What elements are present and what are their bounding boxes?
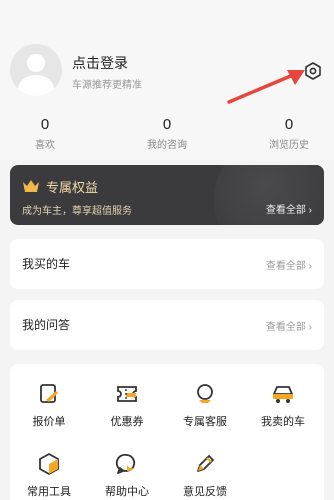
tool-sold-car[interactable]: 我卖的车 <box>248 381 318 429</box>
settings-gear-icon[interactable] <box>303 61 323 81</box>
feedback-pen-icon <box>197 455 214 472</box>
tool-quote-sheet-label: 报价单 <box>32 416 66 428</box>
tool-coupon[interactable]: 优惠券 <box>92 381 162 429</box>
tool-feedback-label: 意见反馈 <box>183 486 227 498</box>
bought-cars-title: 我买的车 <box>22 257 71 271</box>
annotation-arrow-icon <box>227 70 305 104</box>
tool-coupon-label: 优惠券 <box>110 416 144 428</box>
stat-history[interactable]: 0 浏览历史 <box>254 116 324 151</box>
my-qa-row[interactable]: 我的问答 查看全部 › <box>10 300 324 350</box>
bought-cars-view-all-link[interactable]: 查看全部 › <box>266 257 312 272</box>
help-chat-icon <box>115 453 136 474</box>
tool-feedback[interactable]: 意见反馈 <box>170 451 240 499</box>
tool-quote-sheet[interactable]: 报价单 <box>14 381 84 429</box>
stat-inquiries-label: 我的咨询 <box>147 140 187 151</box>
my-qa-view-all-link[interactable]: 查看全部 › <box>266 318 312 333</box>
avatar-body-shape <box>18 75 54 96</box>
tool-common-tools-label: 常用工具 <box>27 486 71 498</box>
customer-service-icon <box>197 384 213 403</box>
vip-view-all-link[interactable]: 查看全部 › <box>266 201 312 216</box>
tool-help-center-label: 帮助中心 <box>105 486 149 498</box>
stat-inquiries-value: 0 <box>162 116 172 133</box>
tools-grid: 报价单 优惠券 专属客服 我卖的车 常用工具 帮助中心 意见反馈 <box>10 364 324 500</box>
sold-car-icon <box>273 386 293 403</box>
tool-sold-car-label: 我卖的车 <box>261 416 305 428</box>
avatar-head-shape <box>27 54 45 72</box>
crown-icon <box>23 180 39 192</box>
stat-history-value: 0 <box>284 116 294 133</box>
tool-customer-service[interactable]: 专属客服 <box>170 381 240 429</box>
bought-cars-row[interactable]: 我买的车 查看全部 › <box>10 239 324 289</box>
stat-inquiries[interactable]: 0 我的咨询 <box>132 116 202 151</box>
login-subtitle: 车源推荐更精准 <box>72 80 142 91</box>
vip-benefits-card[interactable]: 专属权益 成为车主，尊享超值服务 查看全部 › <box>10 165 324 225</box>
login-title[interactable]: 点击登录 <box>72 53 128 73</box>
tool-common-tools[interactable]: 常用工具 <box>14 451 84 499</box>
stat-history-label: 浏览历史 <box>269 140 309 151</box>
quote-sheet-icon <box>40 384 58 403</box>
vip-subtitle: 成为车主，尊享超值服务 <box>22 206 132 217</box>
vip-card-decoration <box>214 165 324 225</box>
vip-title: 专属权益 <box>46 180 99 195</box>
tool-customer-service-label: 专属客服 <box>183 416 227 428</box>
tool-help-center[interactable]: 帮助中心 <box>92 451 162 499</box>
tools-cube-icon <box>39 453 59 475</box>
stat-likes[interactable]: 0 喜欢 <box>10 116 80 151</box>
my-qa-title: 我的问答 <box>22 318 71 332</box>
stat-likes-label: 喜欢 <box>35 140 55 151</box>
coupon-icon <box>117 386 137 402</box>
avatar[interactable] <box>10 44 62 96</box>
stat-likes-value: 0 <box>40 116 50 133</box>
